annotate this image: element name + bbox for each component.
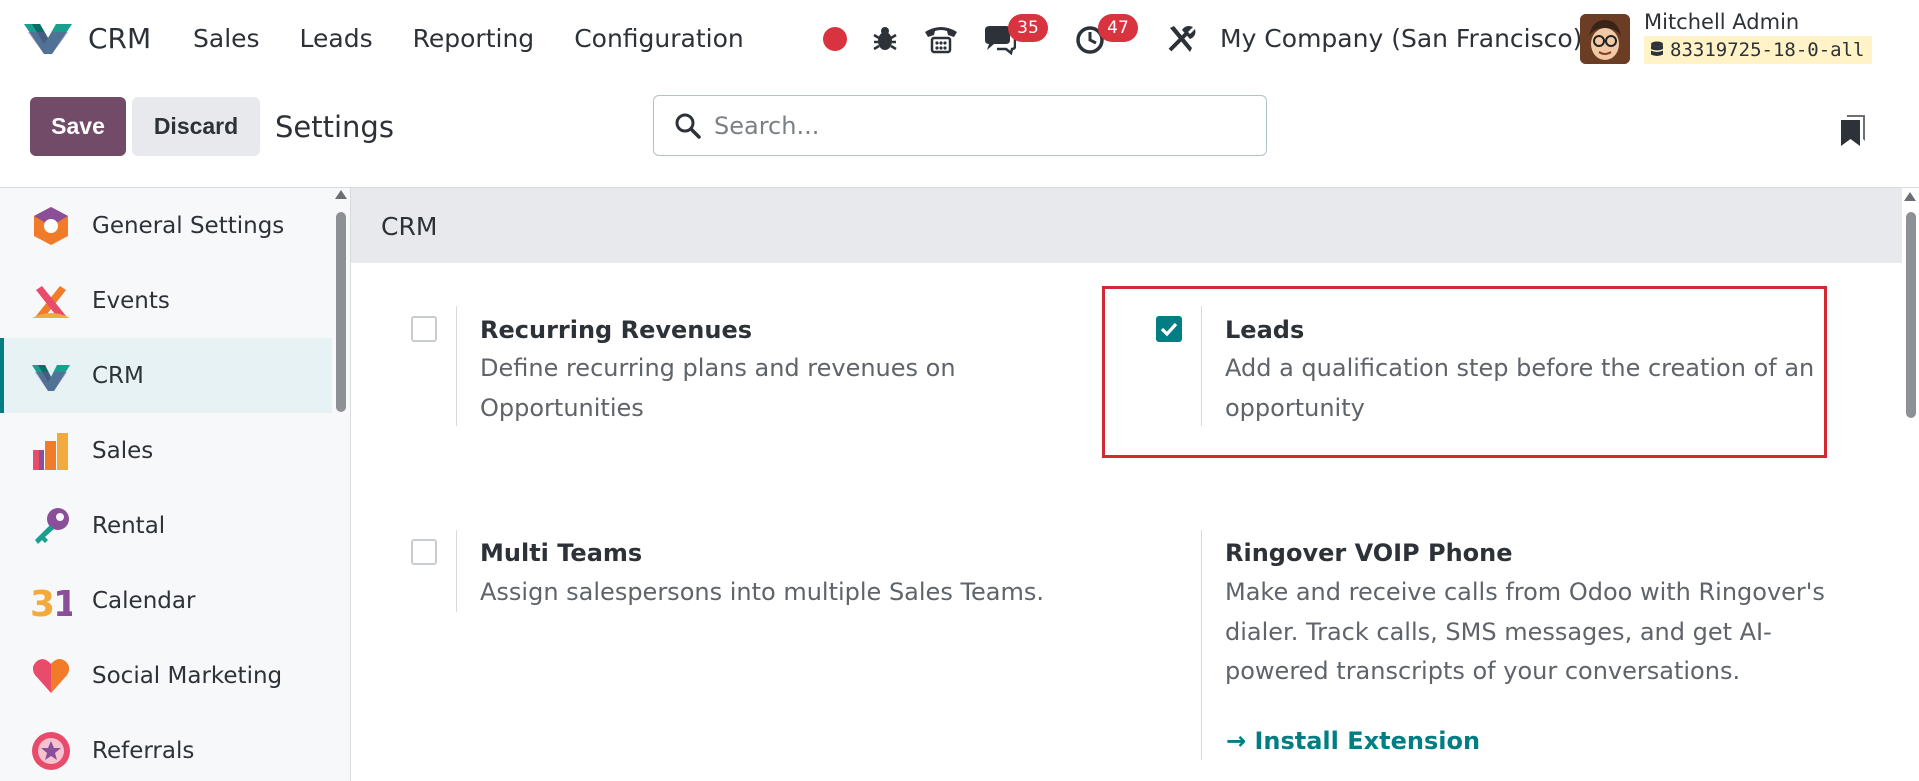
search-icon (675, 113, 701, 139)
events-icon (32, 285, 70, 318)
multi-teams-checkbox[interactable] (411, 539, 437, 565)
main-scrollbar-thumb[interactable] (1906, 212, 1916, 418)
setting-divider (1201, 530, 1202, 760)
leads-title: Leads (1225, 316, 1305, 344)
general-settings-icon (34, 206, 68, 245)
leads-desc-line1: Add a qualification step before the crea… (1225, 354, 1815, 382)
sidebar-scrollbar-thumb[interactable] (336, 212, 346, 412)
user-name[interactable]: Mitchell Admin (1644, 10, 1799, 34)
sidebar-item-label: Social Marketing (92, 662, 283, 689)
sidebar-divider (350, 188, 351, 781)
menu-sales[interactable]: Sales (193, 24, 260, 53)
tools-icon[interactable] (1164, 22, 1198, 56)
avatar-face-icon (1580, 14, 1630, 64)
checkmark-icon (1160, 322, 1178, 337)
svg-text:3: 3 (30, 584, 55, 622)
menu-leads[interactable]: Leads (300, 24, 373, 53)
ringover-desc-line2: dialer. Track calls, SMS messages, and g… (1225, 618, 1772, 646)
sidebar-item-label: Referrals (92, 737, 195, 764)
activities-count-badge: 47 (1098, 14, 1138, 42)
main-menu: Sales Leads Reporting Configuration (193, 24, 784, 53)
sidebar-item-label: Events (92, 287, 170, 314)
sidebar-item-referrals[interactable]: Referrals (0, 713, 332, 781)
setting-divider (1201, 306, 1202, 426)
setting-divider (456, 530, 457, 612)
sidebar-item-label: CRM (92, 362, 144, 389)
sidebar-item-events[interactable]: Events (0, 263, 332, 338)
database-icon (1651, 41, 1663, 56)
sidebar-item-label: Sales (92, 437, 154, 464)
sidebar-item-calendar[interactable]: 3 1 Calendar (0, 563, 332, 638)
recurring-revenues-desc-line2: Opportunities (480, 394, 644, 422)
recurring-revenues-desc-line1: Define recurring plans and revenues on (480, 354, 956, 382)
main-scroll-up-arrow[interactable] (1904, 192, 1916, 201)
ringover-title: Ringover VOIP Phone (1225, 539, 1513, 567)
messages-count-badge: 35 (1008, 14, 1048, 42)
recurring-revenues-title: Recurring Revenues (480, 316, 753, 344)
ringover-desc-line3: powered transcripts of your conversation… (1225, 657, 1741, 685)
section-title: CRM (381, 212, 438, 241)
multi-teams-desc: Assign salespersons into multiple Sales … (480, 578, 1045, 606)
sidebar-item-social-marketing[interactable]: Social Marketing (0, 638, 332, 713)
top-navbar: CRM Sales Leads Reporting Configuration … (0, 0, 1919, 78)
menu-configuration[interactable]: Configuration (574, 24, 744, 53)
leads-desc-line2: opportunity (1225, 394, 1365, 422)
rental-icon (35, 507, 69, 544)
multi-teams-title: Multi Teams (480, 539, 643, 567)
crm-logo-icon[interactable] (22, 18, 74, 58)
save-button[interactable]: Save (30, 97, 126, 156)
database-tag: 83319725-18-0-all (1644, 36, 1873, 64)
sidebar-item-sales[interactable]: Sales (0, 413, 332, 488)
sidebar-item-label: Calendar (92, 587, 196, 614)
page-title: Settings (275, 110, 394, 144)
bookmark-icon[interactable] (1839, 113, 1867, 147)
section-header: CRM (351, 188, 1902, 263)
sidebar-scroll-up-arrow[interactable] (335, 190, 347, 199)
sidebar-item-rental[interactable]: Rental (0, 488, 332, 563)
search-input[interactable] (714, 96, 1254, 155)
app-name[interactable]: CRM (88, 22, 151, 55)
sidebar-item-label: Rental (92, 512, 166, 539)
referrals-icon (32, 731, 70, 770)
sidebar-item-crm[interactable]: CRM (0, 338, 332, 413)
ringover-desc-line1: Make and receive calls from Odoo with Ri… (1225, 578, 1825, 606)
user-avatar[interactable] (1580, 14, 1630, 64)
sales-icon (33, 432, 68, 470)
sidebar-item-label: General Settings (92, 212, 285, 239)
setting-divider (456, 306, 457, 426)
discard-button[interactable]: Discard (132, 97, 260, 156)
leads-checkbox[interactable] (1156, 316, 1182, 342)
sidebar-item-general-settings[interactable]: General Settings (0, 188, 332, 263)
recurring-revenues-checkbox[interactable] (411, 316, 437, 342)
phone-icon[interactable] (922, 22, 960, 56)
svg-text:1: 1 (53, 584, 72, 622)
company-switcher[interactable]: My Company (San Francisco) (1220, 24, 1582, 53)
settings-sidebar: General Settings Events CRM Sales Rental… (0, 188, 350, 781)
social-marketing-icon (32, 658, 70, 693)
crm-icon (32, 364, 70, 391)
install-extension-link[interactable]: → Install Extension (1226, 727, 1480, 755)
calendar-icon: 3 1 (30, 584, 72, 622)
debug-bug-icon[interactable] (868, 22, 902, 56)
menu-reporting[interactable]: Reporting (413, 24, 535, 53)
database-name: 83319725-18-0-all (1670, 39, 1865, 61)
search-box (653, 95, 1267, 156)
recording-dot-icon[interactable] (823, 27, 847, 51)
